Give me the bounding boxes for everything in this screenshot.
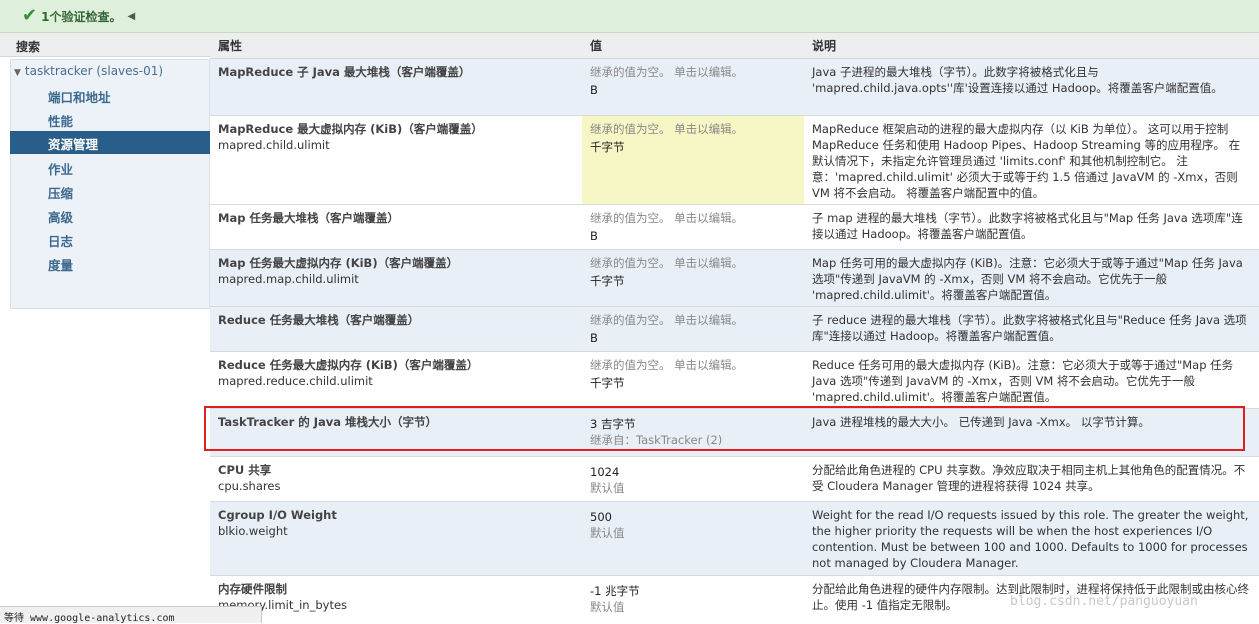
value-cell[interactable]: 继承的值为空。 单击以编辑。 千字节 [582, 115, 804, 205]
value-cell[interactable]: 继承的值为空。 单击以编辑。 千字节 [582, 249, 804, 307]
sidebar-item-performance[interactable]: 性能 [10, 108, 210, 131]
value-cell[interactable]: -1 兆字节 默认值 [582, 575, 804, 623]
property-key: blkio.weight [218, 524, 288, 538]
value-cell[interactable]: 继承的值为空。 单击以编辑。 B [582, 306, 804, 352]
value-hint: 继承的值为空。 单击以编辑。 [590, 122, 744, 136]
watermark: blog.csdn.net/panguoyuan [1010, 594, 1198, 609]
expand-triangle-icon[interactable]: ▼ [14, 68, 21, 78]
property-key: mapred.child.ulimit [218, 138, 330, 152]
value-hint: 继承的值为空。 单击以编辑。 [590, 358, 744, 372]
value-cell[interactable]: 继承的值为空。 单击以编辑。 千字节 [582, 351, 804, 409]
status-bar: 等待 www.google-analytics.com [0, 606, 262, 624]
value-inherit: 继承自：TaskTracker (2) [590, 433, 723, 447]
table-row: Map 任务最大虚拟内存 (KiB)（客户端覆盖） mapred.map.chil… [210, 249, 1259, 307]
property-description: Weight for the read I/O requests issued … [812, 508, 1249, 570]
property-name: Map 任务最大堆栈（客户端覆盖） [218, 211, 399, 225]
table-row: TaskTracker 的 Java 堆栈大小（字节） 3 吉字节继承自：Tas… [210, 408, 1259, 457]
sidebar-item-advanced[interactable]: 高级 [10, 204, 210, 227]
property-name: Map 任务最大虚拟内存 (KiB)（客户端覆盖） [218, 256, 459, 270]
value-inherit: 默认值 [590, 481, 625, 495]
value-cell[interactable]: 500 默认值 [582, 501, 804, 576]
value-cell[interactable]: 1024 默认值 [582, 456, 804, 502]
checkmark-icon: ✔ [22, 5, 38, 26]
validation-text[interactable]: 1个验证检查。 [41, 8, 121, 25]
property-key: memory.limit_in_bytes [218, 598, 348, 612]
property-name: Reduce 任务最大堆栈（客户端覆盖） [218, 313, 420, 327]
property-name: CPU 共享 [218, 463, 272, 477]
sidebar-item-ports[interactable]: 端口和地址 [10, 84, 210, 107]
value-cell[interactable]: 3 吉字节继承自：TaskTracker (2) [582, 408, 804, 457]
sidebar: 搜索 ▼ tasktracker (slaves-01) 端口和地址 性能 资源管… [0, 33, 210, 623]
value-unit: 千字节 [590, 376, 625, 390]
value-unit: B [590, 83, 598, 97]
collapse-arrow-icon[interactable]: ◀ [127, 11, 135, 22]
sidebar-item-jobs[interactable]: 作业 [10, 156, 210, 179]
property-description: 子 reduce 进程的最大堆栈（字节）。此数字将被格式化且与"Reduce 任… [812, 313, 1247, 343]
property-description: MapReduce 框架启动的进程的最大虚拟内存（以 KiB 为单位）。 这可以… [812, 122, 1241, 200]
value-hint: 继承的值为空。 单击以编辑。 [590, 313, 744, 327]
value-unit: 千字节 [590, 140, 625, 154]
property-description: Map 任务可用的最大虚拟内存 (KiB)。注意：它必须大于或等于通过"Map … [812, 256, 1243, 302]
tree-root-label: tasktracker (slaves-01) [24, 64, 164, 78]
validation-bar[interactable]: ✔ 1个验证检查。 ◀ [0, 0, 1259, 33]
property-key: mapred.reduce.child.ulimit [218, 374, 373, 388]
table-row: Map 任务最大堆栈（客户端覆盖） 继承的值为空。 单击以编辑。 B 子 map … [210, 204, 1259, 250]
value-unit: B [590, 229, 598, 243]
value-unit: 千字节 [590, 274, 625, 288]
sidebar-item-compression[interactable]: 压缩 [10, 180, 210, 203]
table-row: Cgroup I/O Weight blkio.weight 500 默认值 Wei… [210, 501, 1259, 576]
value-cell[interactable]: 继承的值为空。 单击以编辑。 B [582, 58, 804, 116]
config-table-panel: 属性 值 说明 MapReduce 子 Java 最大堆栈（客户端覆盖） 继承的… [210, 33, 1259, 623]
property-name: 内存硬件限制 [218, 582, 287, 596]
table-row: MapReduce 子 Java 最大堆栈（客户端覆盖） 继承的值为空。 单击以… [210, 58, 1259, 116]
table-row: Reduce 任务最大堆栈（客户端覆盖） 继承的值为空。 单击以编辑。 B 子 r… [210, 306, 1259, 352]
property-name: Cgroup I/O Weight [218, 508, 337, 522]
column-header-property[interactable]: 属性 [210, 33, 582, 59]
property-description: 子 map 进程的最大堆栈（字节）。此数字将被格式化且与"Map 任务 Java… [812, 211, 1243, 241]
property-key: cpu.shares [218, 479, 281, 493]
sidebar-item-resource-management[interactable]: 资源管理 [10, 131, 210, 154]
property-key: mapred.map.child.ulimit [218, 272, 359, 286]
table-row: MapReduce 最大虚拟内存 (KiB)（客户端覆盖） mapred.chil… [210, 115, 1259, 205]
column-header-value[interactable]: 值 [582, 33, 804, 59]
value-inherit: 默认值 [590, 526, 625, 540]
property-name: MapReduce 子 Java 最大堆栈（客户端覆盖） [218, 65, 471, 79]
property-description: 分配给此角色进程的 CPU 共享数。净效应取决于相同主机上其他角色的配置情况。不… [812, 463, 1246, 493]
value-text: 3 吉字节 [590, 417, 636, 431]
tree-root-item[interactable]: ▼ tasktracker (slaves-01) [14, 64, 163, 78]
value-inherit: 默认值 [590, 600, 625, 614]
value-hint: 继承的值为空。 单击以编辑。 [590, 256, 744, 270]
value-cell[interactable]: 继承的值为空。 单击以编辑。 B [582, 204, 804, 250]
value-hint: 继承的值为空。 单击以编辑。 [590, 65, 744, 79]
value-text: 500 [590, 510, 612, 524]
config-table: 属性 值 说明 MapReduce 子 Java 最大堆栈（客户端覆盖） 继承的… [210, 33, 1259, 623]
sidebar-item-logs[interactable]: 日志 [10, 228, 210, 251]
column-header-description[interactable]: 说明 [804, 33, 1259, 59]
table-row: CPU 共享 cpu.shares 1024 默认值 分配给此角色进程的 CPU 共… [210, 456, 1259, 502]
property-name: Reduce 任务最大虚拟内存 (KiB)（客户端覆盖） [218, 358, 479, 372]
property-description: Java 进程堆栈的最大大小。 已传递到 Java -Xmx。 以字节计算。 [812, 415, 1150, 429]
sidebar-item-metrics[interactable]: 度量 [10, 252, 210, 275]
property-name: TaskTracker 的 Java 堆栈大小（字节） [218, 415, 438, 429]
property-description: Java 子进程的最大堆栈（字节）。此数字将被格式化且与 'mapred.chi… [812, 65, 1223, 95]
value-text: -1 兆字节 [590, 584, 640, 598]
value-text: 1024 [590, 465, 620, 479]
property-description: Reduce 任务可用的最大虚拟内存 (KiB)。注意：它必须大于或等于通过"M… [812, 358, 1234, 404]
sidebar-header: 搜索 [0, 33, 210, 57]
property-name: MapReduce 最大虚拟内存 (KiB)（客户端覆盖） [218, 122, 483, 136]
value-unit: B [590, 331, 598, 345]
table-row: Reduce 任务最大虚拟内存 (KiB)（客户端覆盖） mapred.reduc… [210, 351, 1259, 409]
value-hint: 继承的值为空。 单击以编辑。 [590, 211, 744, 225]
